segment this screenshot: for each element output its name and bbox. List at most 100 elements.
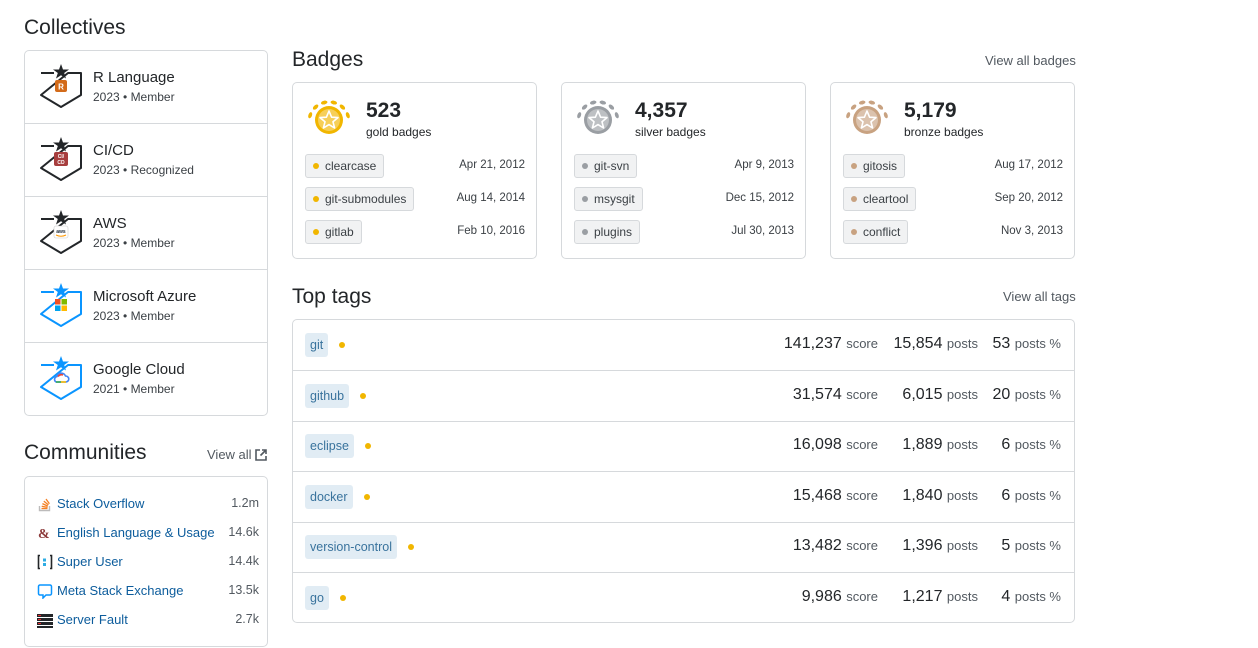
badge-count: 5,179 [904, 99, 957, 122]
community-item[interactable]: Stack Overflow 1.2m [37, 494, 259, 514]
tag-chip[interactable]: eclipse [305, 434, 354, 459]
communities-heading: Communities [24, 441, 147, 464]
badge-item: git-submodules Aug 14, 2014 [305, 187, 525, 213]
tag-posts-unit: posts [946, 487, 978, 503]
community-reputation: 1.2m [231, 496, 259, 510]
badge-tag-name[interactable]: git-svn [594, 159, 629, 173]
tag-score: 16,098 score [793, 436, 878, 454]
community-name-link[interactable]: Stack Overflow [57, 496, 144, 511]
badge-dot-icon [851, 229, 857, 235]
community-reputation: 14.6k [228, 525, 259, 539]
badge-type-label: gold badges [366, 125, 432, 139]
badge-item: git-svn Apr 9, 2013 [574, 154, 794, 180]
badge-tag[interactable]: plugins [574, 220, 641, 244]
bronze-medal-icon [843, 96, 891, 144]
badge-count: 4,357 [635, 99, 688, 122]
collective-name[interactable]: R Language [93, 69, 175, 86]
badge-tag-name[interactable]: cleartool [863, 192, 908, 206]
collectives-list: R R Language 2023 • Member CI/CD CI/CD 2023 •… [24, 50, 268, 416]
badge-date: Jul 30, 2013 [731, 225, 794, 237]
badge-tag-name[interactable]: clearcase [325, 159, 376, 173]
tag-posts-percent: 20 posts % [993, 386, 1062, 404]
badge-tag-name[interactable]: gitlab [325, 225, 354, 239]
collective-name[interactable]: CI/CD [93, 142, 134, 159]
tag-posts: 1,889 posts [902, 436, 978, 454]
badge-tag-name[interactable]: conflict [863, 225, 900, 239]
tag-posts: 1,840 posts [902, 487, 978, 505]
tag-score-value: 15,468 [792, 486, 842, 504]
collective-name[interactable]: Google Cloud [93, 361, 185, 378]
badge-dot-icon [851, 163, 857, 169]
r-language-icon: R [38, 63, 84, 113]
badge-tag[interactable]: cleartool [843, 187, 917, 211]
tag-chip[interactable]: version-control [305, 535, 397, 560]
community-name-link[interactable]: Server Fault [57, 612, 128, 627]
tag-percent-unit: posts % [1014, 386, 1061, 402]
badge-item: clearcase Apr 21, 2012 [305, 154, 525, 180]
collective-item[interactable]: R R Language 2023 • Member [25, 51, 267, 124]
community-item[interactable]: Super User 14.4k [37, 552, 259, 572]
badge-tag[interactable]: conflict [843, 220, 909, 244]
community-name-link[interactable]: English Language & Usage [57, 525, 215, 540]
meta-stack-exchange-icon [37, 583, 53, 600]
tag-posts-percent: 5 posts % [1001, 537, 1061, 555]
tag-posts: 15,854 posts [894, 335, 978, 353]
tag-percent-value: 6 [1001, 486, 1011, 504]
gold-badge-dot-icon [364, 493, 370, 500]
collective-item[interactable]: Google Cloud 2021 • Member [25, 343, 267, 416]
badge-tag[interactable]: git-submodules [305, 187, 415, 211]
badge-item: cleartool Sep 20, 2012 [843, 187, 1063, 213]
tag-posts-percent: 53 posts % [993, 335, 1062, 353]
badge-dot-icon [582, 163, 588, 169]
badge-item: conflict Nov 3, 2013 [843, 220, 1063, 246]
collective-item[interactable]: Microsoft Azure 2023 • Member [25, 270, 267, 343]
badge-tag[interactable]: clearcase [305, 154, 385, 178]
external-link-icon[interactable] [255, 449, 267, 461]
badge-card-gold: 523 gold badges clearcase Apr 21, 2012 git-s… [292, 82, 537, 259]
community-name-link[interactable]: Meta Stack Exchange [57, 583, 183, 598]
badges-heading: Badges [292, 48, 364, 71]
community-item[interactable]: & English Language & Usage 14.6k [37, 523, 259, 543]
badge-tag-name[interactable]: plugins [594, 225, 632, 239]
tag-chip[interactable]: github [305, 383, 350, 408]
tag-score-unit: score [846, 487, 878, 503]
tag-posts: 1,217 posts [902, 588, 978, 606]
microsoft-azure-icon [38, 282, 84, 332]
tag-chip[interactable]: docker [305, 484, 353, 509]
tag-chip[interactable]: git [305, 333, 329, 357]
svg-text:aws: aws [56, 229, 66, 235]
top-tag-row: version-control 13,482 score 1,396 posts 5 … [293, 522, 1074, 574]
community-item[interactable]: Meta Stack Exchange 13.5k [37, 581, 259, 601]
collective-name[interactable]: AWS [93, 215, 127, 232]
collective-name[interactable]: Microsoft Azure [93, 288, 196, 305]
tag-chip[interactable]: go [305, 586, 329, 610]
badge-tag[interactable]: gitlab [305, 220, 362, 244]
badge-type-label: silver badges [635, 125, 706, 139]
badge-card-silver: 4,357 silver badges git-svn Apr 9, 2013 msys… [561, 82, 806, 259]
tag-posts-percent: 4 posts % [1001, 588, 1061, 606]
tag-posts-value: 1,889 [902, 436, 943, 454]
badge-tag[interactable]: msysgit [574, 187, 643, 211]
tag-score-value: 16,098 [792, 436, 842, 454]
collective-item[interactable]: CI/CD CI/CD 2023 • Recognized [25, 124, 267, 197]
badge-tag-name[interactable]: msysgit [594, 192, 635, 206]
badge-tag[interactable]: git-svn [574, 154, 638, 178]
badge-tag-name[interactable]: git-submodules [325, 192, 406, 206]
collective-item[interactable]: aws AWS 2023 • Member [25, 197, 267, 270]
badge-tag-name[interactable]: gitosis [863, 159, 897, 173]
tag-percent-value: 20 [992, 385, 1011, 403]
badge-date: Nov 3, 2013 [1000, 225, 1063, 237]
community-name-link[interactable]: Super User [57, 554, 123, 569]
gold-badge-dot-icon [408, 544, 414, 551]
tag-posts-unit: posts [946, 386, 978, 402]
badge-tag[interactable]: gitosis [843, 154, 906, 178]
community-item[interactable]: Server Fault 2.7k [37, 610, 259, 630]
view-all-tags-link[interactable]: View all tags [1003, 289, 1076, 304]
tag-posts: 6,015 posts [902, 386, 978, 404]
tag-percent-value: 4 [1001, 588, 1011, 605]
top-tags-list: git 141,237 score 15,854 posts 53 posts % gi… [292, 319, 1075, 623]
view-all-badges-link[interactable]: View all badges [985, 53, 1076, 68]
view-all-communities-link[interactable]: View all [207, 447, 252, 462]
super-user-icon [37, 554, 53, 570]
tag-score-value: 13,482 [792, 537, 842, 555]
